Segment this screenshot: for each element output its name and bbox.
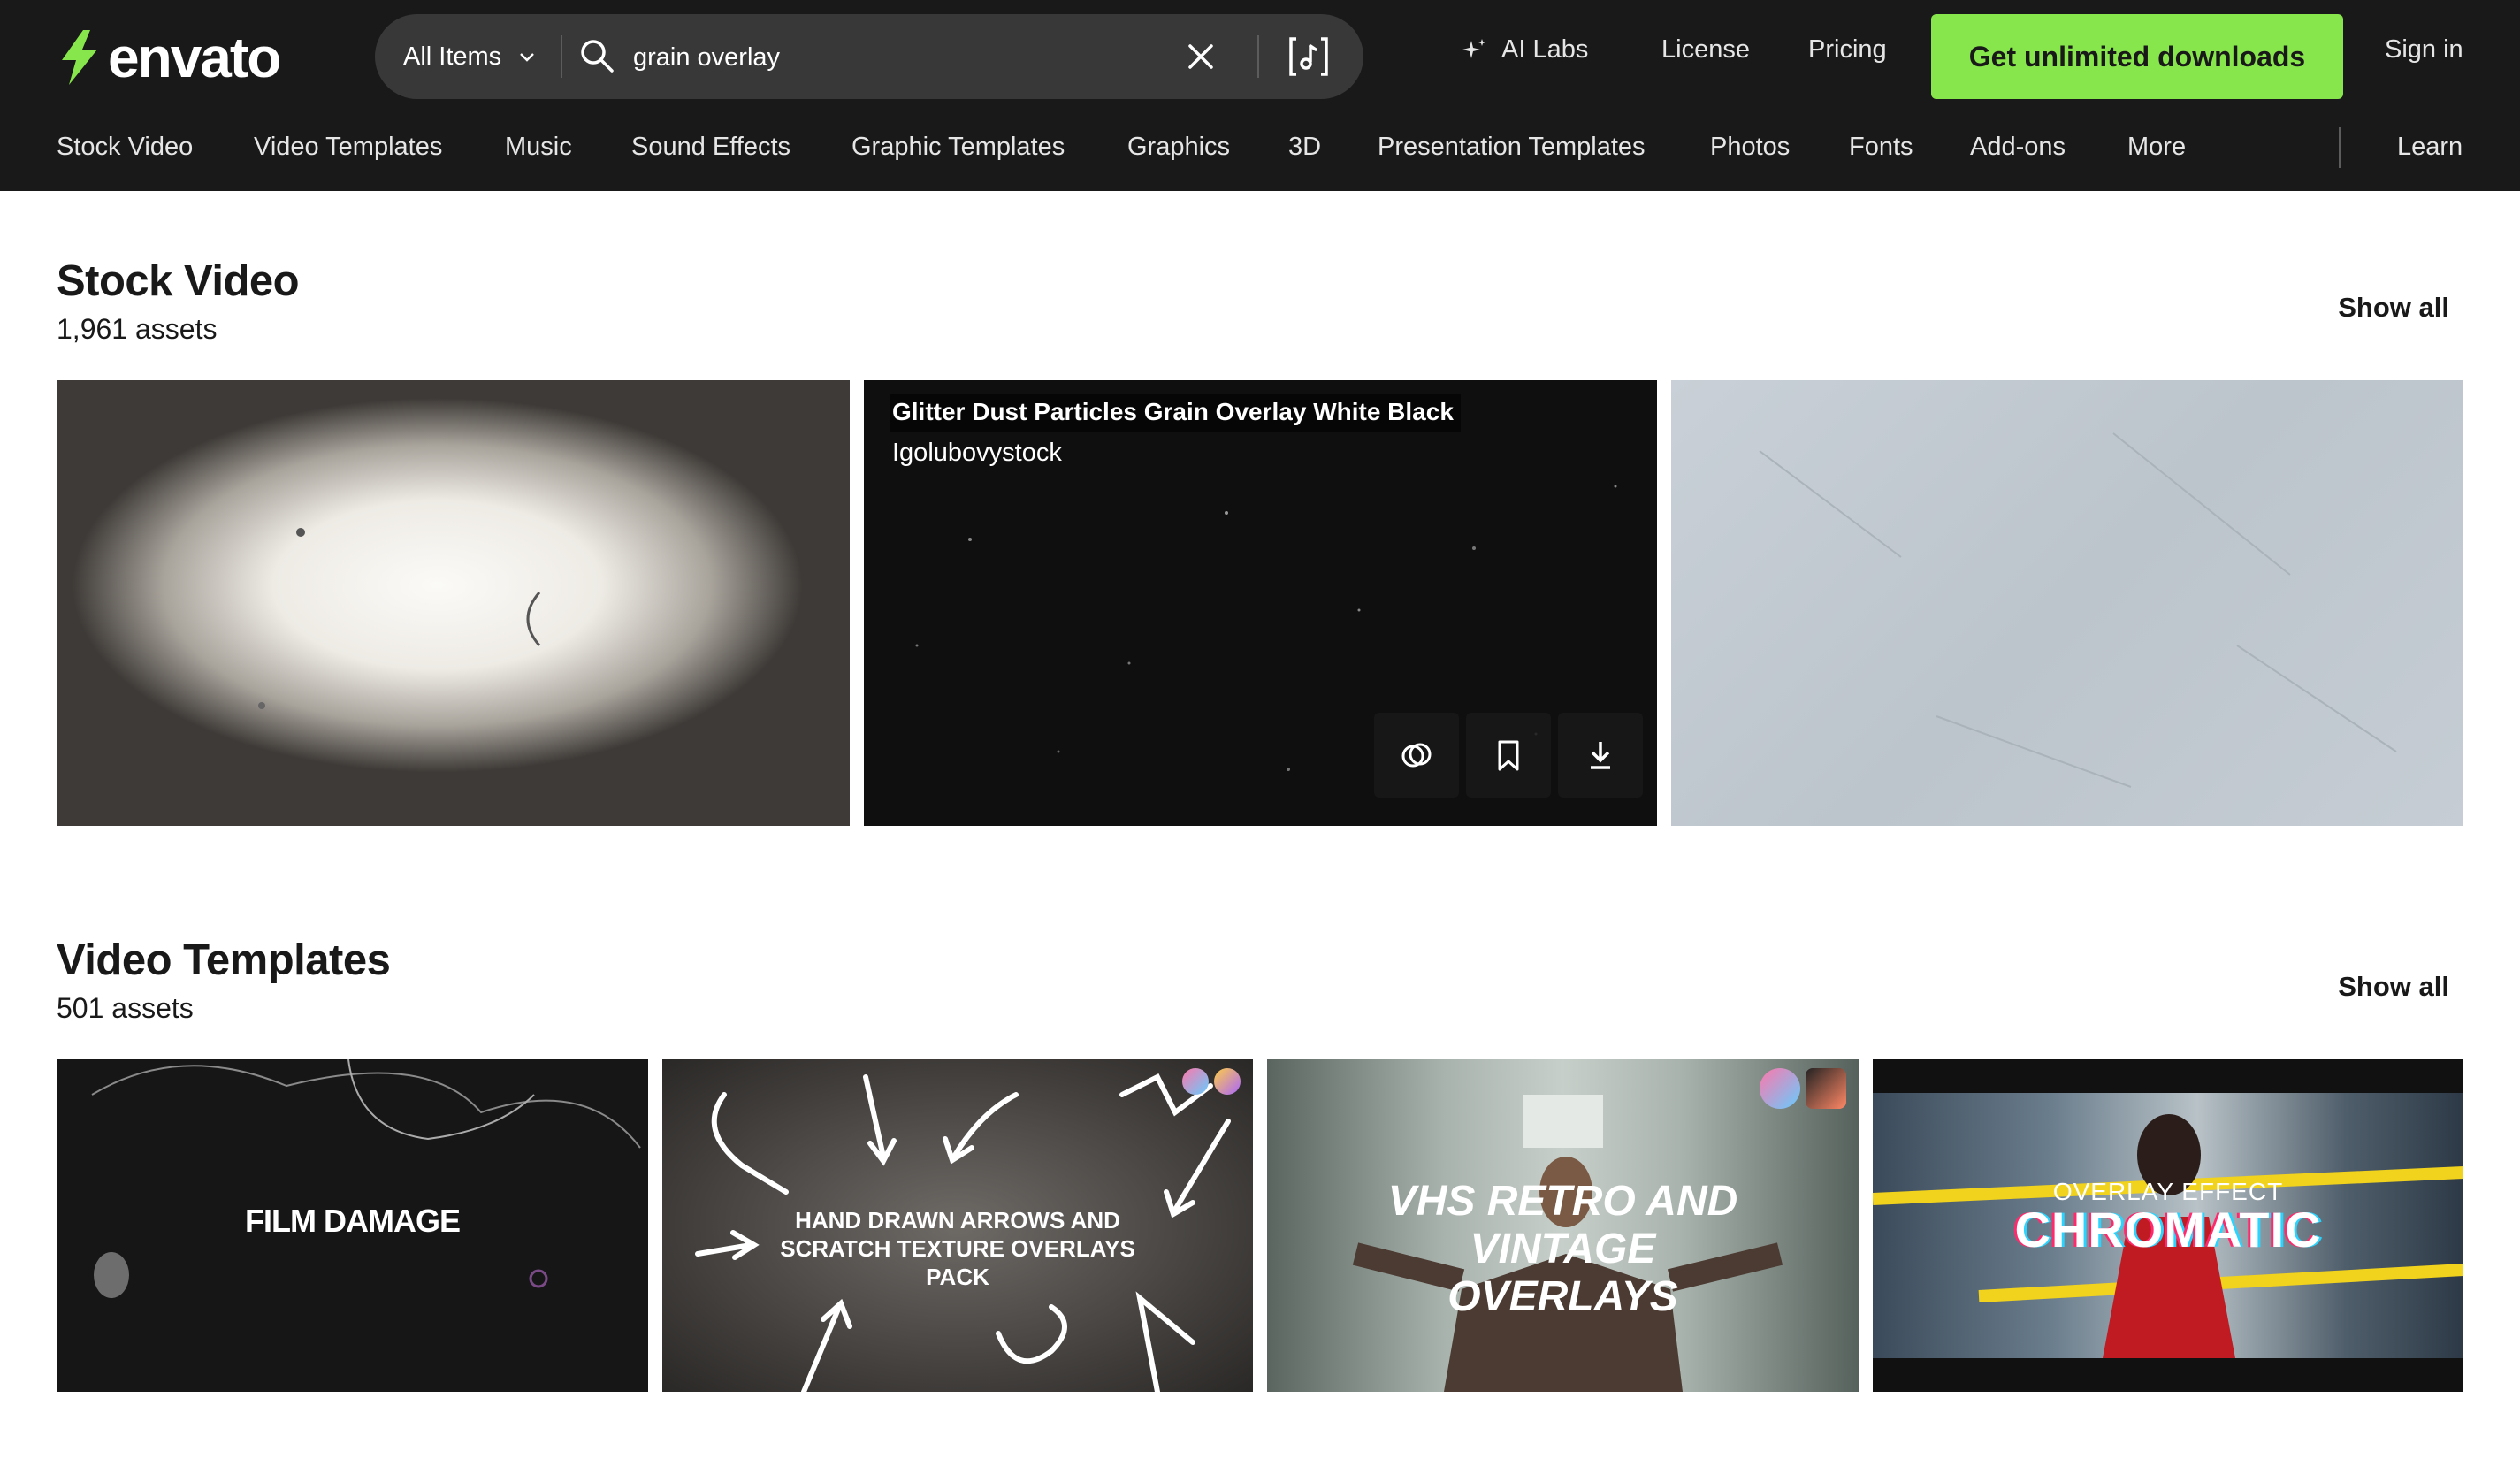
app-badges [1182, 1068, 1241, 1095]
category-video-templates[interactable]: Video Templates [254, 133, 442, 162]
license-link[interactable]: License [1661, 35, 1750, 65]
stock-video-tile[interactable] [1671, 380, 2463, 826]
chevron-down-icon [517, 47, 537, 66]
clear-search-icon[interactable] [1181, 37, 1220, 76]
category-stock-video[interactable]: Stock Video [57, 133, 193, 162]
category-3d[interactable]: 3D [1288, 133, 1321, 162]
learn-link[interactable]: Learn [2397, 133, 2463, 162]
video-templates-show-all[interactable]: Show all [2338, 971, 2449, 1003]
category-sound-effects[interactable]: Sound Effects [631, 133, 790, 162]
category-graphics[interactable]: Graphics [1127, 133, 1230, 162]
search-input[interactable] [631, 32, 1095, 83]
stock-video-count: 1,961 assets [57, 313, 217, 346]
find-similar-button[interactable] [1374, 713, 1459, 798]
ai-labs-link[interactable]: AI Labs [1461, 35, 1588, 65]
category-add-ons[interactable]: Add-ons [1970, 133, 2066, 162]
search-divider [561, 35, 562, 78]
category-nav: Stock Video Video Templates Music Sound … [0, 124, 2520, 173]
fcp-icon [1182, 1068, 1209, 1095]
category-presentation-templates[interactable]: Presentation Templates [1378, 133, 1646, 162]
sign-in-link[interactable]: Sign in [2385, 35, 2463, 65]
sparkle-icon [1461, 37, 1487, 64]
similar-icon [1398, 737, 1435, 774]
search-category-dropdown[interactable]: All Items [403, 14, 537, 99]
video-template-tile[interactable]: HAND DRAWN ARROWS AND SCRATCH TEXTURE OV… [662, 1059, 1253, 1392]
motion-icon [1214, 1068, 1241, 1095]
film-grain-texture [57, 380, 850, 826]
video-template-tile[interactable]: FILM DAMAGE [57, 1059, 648, 1392]
category-more[interactable]: More [2127, 133, 2186, 162]
site-header: envato All Items [0, 0, 2520, 191]
pricing-link[interactable]: Pricing [1808, 35, 1887, 65]
category-graphic-templates[interactable]: Graphic Templates [851, 133, 1065, 162]
ai-labs-label: AI Labs [1501, 35, 1588, 65]
get-unlimited-downloads-button[interactable]: Get unlimited downloads [1931, 14, 2343, 99]
audio-match-icon[interactable] [1286, 34, 1332, 80]
bookmark-button[interactable] [1466, 713, 1551, 798]
download-icon [1582, 737, 1619, 774]
category-music[interactable]: Music [505, 133, 572, 162]
thumb-text: FILM DAMAGE [57, 1203, 648, 1240]
fcp-icon [1806, 1068, 1846, 1109]
search-divider [1257, 35, 1259, 78]
logo-text: envato [108, 25, 279, 90]
thumb-text: VHS RETRO AND VINTAGE OVERLAYS [1267, 1178, 1859, 1321]
search-icon[interactable] [577, 35, 617, 76]
top-bar: envato All Items [0, 0, 2520, 113]
search-category-label: All Items [403, 42, 501, 72]
tile-title: Glitter Dust Particles Grain Overlay Whi… [890, 394, 1461, 432]
stock-video-heading: Stock Video [57, 256, 299, 306]
concrete-texture [1671, 380, 2463, 826]
nav-divider [2339, 127, 2341, 168]
app-badges [1760, 1068, 1846, 1109]
thumb-text: HAND DRAWN ARROWS AND SCRATCH TEXTURE OV… [662, 1206, 1253, 1291]
tile-author[interactable]: Igolubovystock [892, 439, 1062, 468]
tile-actions [1374, 713, 1643, 798]
thumb-text: CHROMATIC [1873, 1201, 2463, 1258]
stock-video-tile[interactable]: Glitter Dust Particles Grain Overlay Whi… [864, 380, 1657, 826]
envato-leaf-icon [57, 28, 103, 87]
video-template-tile[interactable]: OVERLAY EFFECT CHROMATIC [1873, 1059, 2463, 1392]
bookmark-icon [1490, 737, 1527, 774]
category-fonts[interactable]: Fonts [1849, 133, 1913, 162]
motion-icon [1760, 1068, 1800, 1109]
stock-video-show-all[interactable]: Show all [2338, 292, 2449, 324]
search-bar: All Items [375, 14, 1363, 99]
video-templates-count: 501 assets [57, 992, 194, 1025]
category-photos[interactable]: Photos [1710, 133, 1790, 162]
download-button[interactable] [1558, 713, 1643, 798]
video-template-tile[interactable]: VHS RETRO AND VINTAGE OVERLAYS [1267, 1059, 1859, 1392]
video-templates-heading: Video Templates [57, 936, 390, 985]
stock-video-tile[interactable] [57, 380, 850, 826]
envato-logo[interactable]: envato [57, 25, 279, 90]
